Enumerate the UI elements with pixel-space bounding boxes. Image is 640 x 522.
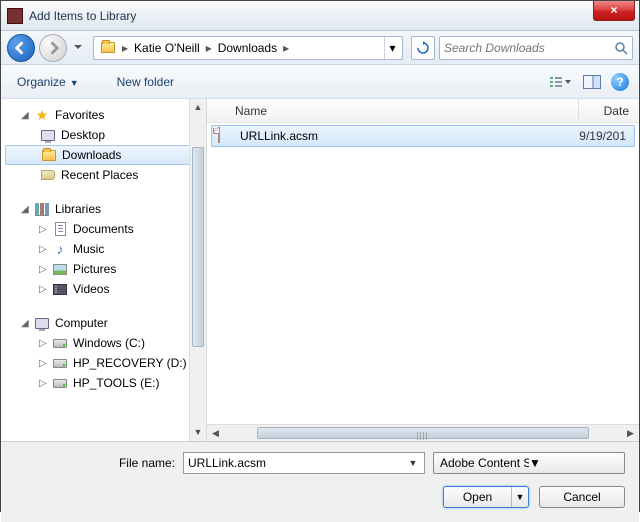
sidebar-item-videos[interactable]: ▷Videos [1, 279, 206, 299]
chevron-down-icon [74, 45, 82, 50]
open-button[interactable]: Open ▼ [443, 486, 529, 508]
filename-combo[interactable]: ▼ [183, 452, 425, 474]
desktop-icon [39, 127, 57, 143]
navigation-pane: ◢★Favorites Desktop Downloads Recent Pla… [1, 99, 207, 441]
file-row[interactable]: URLLink.acsm 9/19/201 [211, 125, 635, 147]
filter-label: Adobe Content Server Message [440, 456, 529, 470]
filter-dropdown-icon: ▼ [529, 456, 618, 470]
sidebar-item-drive-e[interactable]: ▷HP_TOOLS (E:) [1, 373, 206, 393]
nav-bar: ▸ Katie O'Neill ▸ Downloads ▸ ▾ [1, 31, 639, 65]
title-bar: Add Items to Library × [1, 1, 639, 31]
breadcrumb-bar[interactable]: ▸ Katie O'Neill ▸ Downloads ▸ ▾ [93, 36, 403, 60]
refresh-icon [416, 41, 430, 55]
column-headers: Name Date mo [207, 99, 639, 123]
file-date: 9/19/201 [574, 129, 634, 143]
view-button[interactable] [547, 71, 573, 93]
horizontal-scrollbar[interactable]: ◀ ▶ [207, 424, 639, 441]
file-name: URLLink.acsm [240, 129, 574, 143]
crumb-sep[interactable]: ▸ [204, 41, 214, 55]
crumb-user[interactable]: Katie O'Neill [130, 37, 204, 59]
star-icon: ★ [33, 107, 51, 123]
open-split-dropdown[interactable]: ▼ [512, 492, 528, 502]
filename-label: File name: [15, 456, 175, 470]
toolbar: Organize▼ New folder ? [1, 65, 639, 99]
music-icon: ♪ [51, 241, 69, 257]
sidebar-item-recent[interactable]: Recent Places [1, 165, 206, 185]
acsm-file-icon [218, 128, 234, 144]
forward-button [39, 34, 67, 62]
scroll-left-icon[interactable]: ◀ [207, 425, 224, 441]
scrollbar-thumb[interactable] [257, 427, 589, 439]
window-title: Add Items to Library [29, 9, 136, 23]
sidebar-item-drive-c[interactable]: ▷Windows (C:) [1, 333, 206, 353]
libraries-group[interactable]: ◢Libraries [1, 199, 206, 219]
sidebar-item-pictures[interactable]: ▷Pictures [1, 259, 206, 279]
folder-icon [100, 41, 116, 55]
footer: File name: ▼ Adobe Content Server Messag… [1, 441, 639, 522]
drive-icon [51, 375, 69, 391]
breadcrumb-dropdown[interactable]: ▾ [384, 37, 400, 59]
help-button[interactable]: ? [611, 73, 629, 91]
scrollbar-thumb[interactable] [192, 147, 204, 347]
sidebar-item-drive-d[interactable]: ▷HP_RECOVERY (D:) [1, 353, 206, 373]
videos-icon [51, 281, 69, 297]
drive-icon [51, 355, 69, 371]
crumb-downloads[interactable]: Downloads [214, 37, 281, 59]
sidebar-item-music[interactable]: ▷♪Music [1, 239, 206, 259]
pictures-icon [51, 261, 69, 277]
recent-icon [39, 167, 57, 183]
file-list[interactable]: URLLink.acsm 9/19/201 [207, 123, 639, 424]
file-type-filter[interactable]: Adobe Content Server Message ▼ [433, 452, 625, 474]
nav-history-dropdown[interactable] [71, 34, 85, 62]
view-icon [549, 75, 571, 89]
search-input[interactable] [444, 41, 614, 55]
computer-icon [33, 315, 51, 331]
cancel-button[interactable]: Cancel [539, 486, 625, 508]
sidebar-scrollbar[interactable]: ▲ ▼ [189, 99, 206, 441]
sidebar-item-documents[interactable]: ▷Documents [1, 219, 206, 239]
scroll-up-icon[interactable]: ▲ [190, 99, 206, 116]
drive-icon [51, 335, 69, 351]
sidebar-item-desktop[interactable]: Desktop [1, 125, 206, 145]
arrow-left-icon [14, 41, 28, 55]
organize-button[interactable]: Organize▼ [15, 72, 81, 92]
preview-pane-button[interactable] [579, 71, 605, 93]
document-icon [51, 221, 69, 237]
column-name[interactable]: Name [207, 99, 579, 122]
computer-group[interactable]: ◢Computer [1, 313, 206, 333]
back-button[interactable] [7, 34, 35, 62]
libraries-icon [33, 201, 51, 217]
search-icon [614, 41, 628, 55]
filename-dropdown[interactable]: ▼ [406, 458, 420, 468]
column-date[interactable]: Date mo [579, 99, 639, 122]
sidebar-item-downloads[interactable]: Downloads [5, 145, 202, 165]
crumb-sep[interactable]: ▸ [120, 41, 130, 55]
scroll-right-icon[interactable]: ▶ [622, 425, 639, 441]
filename-input[interactable] [188, 456, 406, 470]
refresh-button[interactable] [411, 36, 435, 60]
arrow-right-icon [46, 41, 60, 55]
folder-icon [40, 147, 58, 163]
search-box[interactable] [439, 36, 633, 60]
pane-icon [583, 75, 601, 89]
new-folder-button[interactable]: New folder [115, 72, 176, 92]
crumb-sep[interactable]: ▸ [281, 41, 291, 55]
app-icon [7, 8, 23, 24]
close-button[interactable]: × [593, 1, 635, 21]
file-list-pane: Name Date mo URLLink.acsm 9/19/201 ◀ ▶ [207, 99, 639, 441]
scroll-down-icon[interactable]: ▼ [190, 424, 206, 441]
favorites-group[interactable]: ◢★Favorites [1, 105, 206, 125]
